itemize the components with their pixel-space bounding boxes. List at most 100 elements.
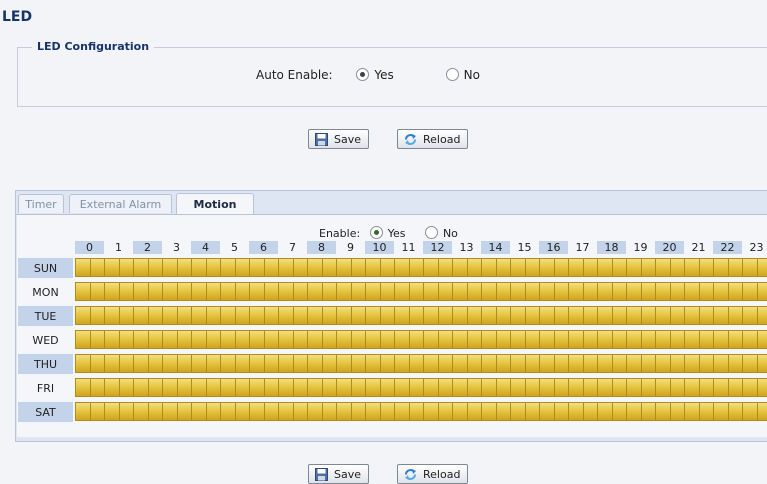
schedule-slot[interactable]: [380, 282, 395, 301]
schedule-slot[interactable]: [452, 258, 468, 277]
schedule-slot[interactable]: [510, 306, 526, 325]
schedule-slot[interactable]: [583, 258, 598, 277]
schedule-slot[interactable]: [699, 258, 714, 277]
motion-enable-yes-radio[interactable]: Yes: [369, 226, 405, 240]
schedule-slot[interactable]: [307, 330, 323, 349]
schedule-slot[interactable]: [510, 282, 526, 301]
schedule-slot[interactable]: [525, 258, 540, 277]
schedule-slot[interactable]: [235, 282, 250, 301]
schedule-slot[interactable]: [568, 306, 584, 325]
schedule-slot[interactable]: [728, 282, 743, 301]
schedule-slot[interactable]: [684, 330, 700, 349]
schedule-slot[interactable]: [713, 258, 729, 277]
tab-external-alarm[interactable]: External Alarm: [69, 194, 172, 213]
schedule-slot[interactable]: [699, 402, 714, 421]
schedule-slot[interactable]: [467, 378, 482, 397]
schedule-slot[interactable]: [380, 402, 395, 421]
schedule-slot[interactable]: [728, 354, 743, 373]
schedule-slot[interactable]: [191, 354, 207, 373]
schedule-slot[interactable]: [104, 378, 120, 397]
schedule-slot[interactable]: [394, 282, 410, 301]
schedule-slot[interactable]: [626, 282, 642, 301]
schedule-slot[interactable]: [206, 378, 221, 397]
tab-motion[interactable]: Motion: [176, 193, 254, 214]
schedule-slot[interactable]: [409, 306, 424, 325]
schedule-slot[interactable]: [264, 258, 279, 277]
schedule-slot[interactable]: [539, 402, 555, 421]
schedule-slot[interactable]: [293, 330, 308, 349]
schedule-slot[interactable]: [119, 402, 134, 421]
schedule-slot[interactable]: [191, 330, 207, 349]
schedule-slot[interactable]: [641, 330, 656, 349]
schedule-slot[interactable]: [90, 282, 105, 301]
schedule-slot[interactable]: [133, 330, 149, 349]
schedule-slot[interactable]: [394, 354, 410, 373]
schedule-slot[interactable]: [728, 402, 743, 421]
schedule-slot[interactable]: [293, 258, 308, 277]
schedule-slot[interactable]: [510, 258, 526, 277]
schedule-slot[interactable]: [336, 258, 352, 277]
schedule-slot[interactable]: [597, 378, 613, 397]
schedule-slot[interactable]: [206, 330, 221, 349]
schedule-slot[interactable]: [322, 330, 337, 349]
schedule-slot[interactable]: [220, 258, 236, 277]
schedule-slot[interactable]: [713, 282, 729, 301]
schedule-slot[interactable]: [597, 282, 613, 301]
schedule-slot[interactable]: [641, 402, 656, 421]
schedule-slot[interactable]: [525, 402, 540, 421]
schedule-slot[interactable]: [162, 354, 178, 373]
schedule-slot[interactable]: [496, 402, 511, 421]
schedule-slot[interactable]: [699, 330, 714, 349]
schedule-slot[interactable]: [365, 306, 381, 325]
schedule-slot[interactable]: [278, 282, 294, 301]
schedule-slot[interactable]: [90, 330, 105, 349]
schedule-slot[interactable]: [568, 378, 584, 397]
schedule-slot[interactable]: [249, 378, 265, 397]
schedule-slot[interactable]: [162, 378, 178, 397]
schedule-slot[interactable]: [670, 330, 685, 349]
schedule-slot[interactable]: [684, 402, 700, 421]
schedule-slot[interactable]: [119, 330, 134, 349]
schedule-slot[interactable]: [423, 402, 439, 421]
schedule-slot[interactable]: [206, 354, 221, 373]
day-label-sun[interactable]: SUN: [18, 258, 73, 278]
schedule-slot[interactable]: [119, 282, 134, 301]
schedule-slot[interactable]: [742, 354, 758, 373]
schedule-slot[interactable]: [728, 378, 743, 397]
schedule-slot[interactable]: [626, 306, 642, 325]
schedule-slot[interactable]: [641, 378, 656, 397]
schedule-slot[interactable]: [452, 306, 468, 325]
schedule-slot[interactable]: [162, 306, 178, 325]
schedule-slot[interactable]: [119, 258, 134, 277]
schedule-slot[interactable]: [119, 378, 134, 397]
schedule-slot[interactable]: [191, 402, 207, 421]
schedule-slot[interactable]: [655, 354, 671, 373]
schedule-slot[interactable]: [307, 258, 323, 277]
schedule-slot[interactable]: [452, 354, 468, 373]
schedule-slot[interactable]: [264, 378, 279, 397]
schedule-slot[interactable]: [438, 282, 453, 301]
schedule-slot[interactable]: [177, 306, 192, 325]
schedule-slot[interactable]: [655, 258, 671, 277]
schedule-slot[interactable]: [336, 402, 352, 421]
schedule-slot[interactable]: [336, 282, 352, 301]
schedule-slot[interactable]: [278, 378, 294, 397]
schedule-slot[interactable]: [539, 330, 555, 349]
schedule-slot[interactable]: [104, 330, 120, 349]
schedule-slot[interactable]: [351, 282, 366, 301]
schedule-slot[interactable]: [322, 378, 337, 397]
schedule-slot[interactable]: [307, 378, 323, 397]
schedule-slot[interactable]: [423, 354, 439, 373]
schedule-slot[interactable]: [539, 258, 555, 277]
schedule-slot[interactable]: [133, 282, 149, 301]
schedule-slot[interactable]: [481, 354, 497, 373]
schedule-slot[interactable]: [467, 354, 482, 373]
schedule-slot[interactable]: [757, 378, 767, 397]
schedule-slot[interactable]: [351, 330, 366, 349]
schedule-slot[interactable]: [626, 258, 642, 277]
schedule-slot[interactable]: [597, 402, 613, 421]
schedule-slot[interactable]: [641, 306, 656, 325]
schedule-slot[interactable]: [699, 378, 714, 397]
reload-button-bottom[interactable]: Reload: [397, 464, 469, 484]
schedule-slot[interactable]: [206, 402, 221, 421]
